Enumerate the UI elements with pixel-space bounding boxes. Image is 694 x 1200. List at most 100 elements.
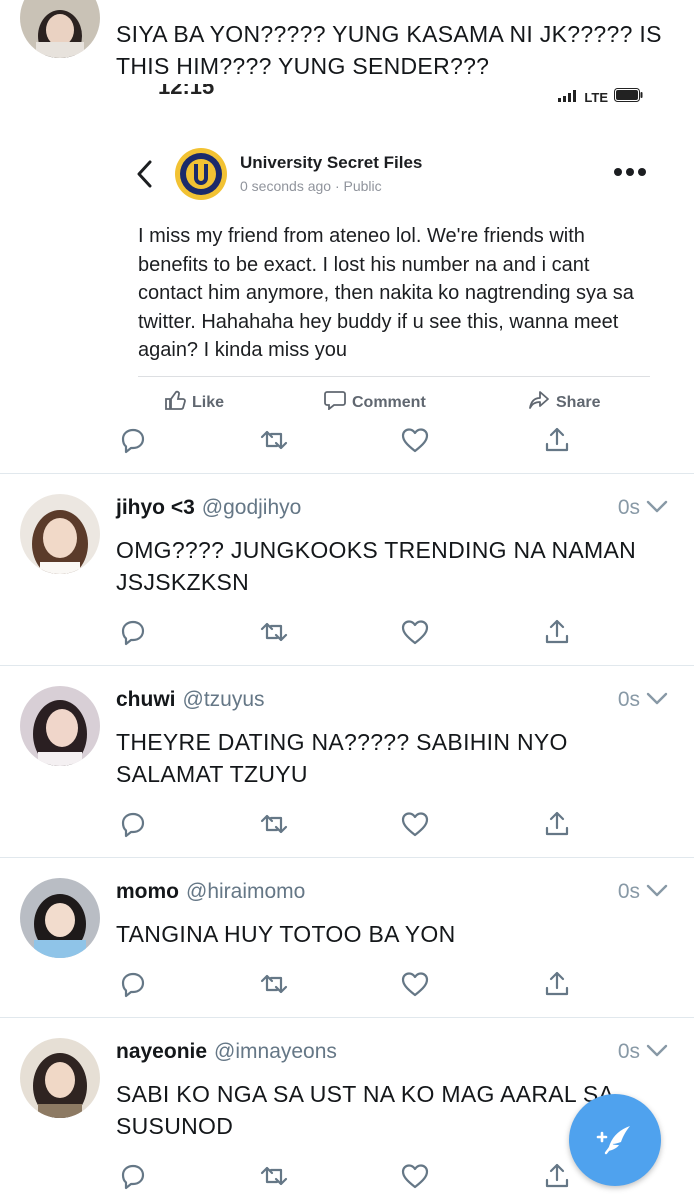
status-indicators: LTE [558,88,644,107]
retweet-icon [260,430,288,450]
retweet-button[interactable] [254,420,294,460]
tweet-actions [0,804,694,844]
time-label: 0s [617,688,640,711]
tweet-text: OMG???? JUNGKOOKS TRENDING NA NAMAN JSJS… [116,537,637,595]
tweet-actions [0,964,694,1004]
tweet-header: momo @hiraimomo 0s [116,876,668,908]
avatar[interactable] [20,0,100,58]
reply-icon [121,1164,145,1190]
display-name[interactable]: nayeonie [116,1040,207,1064]
heart-icon [401,428,429,453]
reply-button[interactable] [113,420,153,460]
retweet-button[interactable] [254,612,294,652]
embedded-screenshot: 12:15 LTE University Secret Files 0 seco… [116,84,676,410]
tweet-text: TANGINA HUY TOTOO BA YON [116,921,456,947]
chevron-down-icon[interactable] [646,688,668,712]
reply-button[interactable] [113,612,153,652]
display-name[interactable]: momo [116,880,179,904]
username[interactable]: @tzuyus [183,688,265,712]
heart-icon [401,812,429,837]
comment-label: Comment [352,393,426,411]
back-arrow-icon [136,160,152,193]
like-action: Like [164,390,224,410]
heart-icon [401,972,429,997]
post-meta: 0 seconds ago · Public [240,178,382,194]
network-label: LTE [584,90,608,105]
compose-tweet-icon [596,1126,630,1155]
comment-action: Comment [324,390,426,410]
share-action: Share [528,390,600,410]
time-label: 0s [617,880,640,903]
tweet-actions [0,612,694,652]
share-arrow-icon [528,390,550,410]
username[interactable]: @hiraimomo [186,880,305,904]
tweet-header: chuwi @tzuyus 0s [116,684,668,716]
retweet-icon [260,1166,288,1186]
share-icon [545,811,569,836]
page-name: University Secret Files [240,153,423,172]
thumbs-up-icon [164,390,186,410]
post-actions: Like Comment Share [116,390,676,410]
more-options-icon [613,164,647,182]
signal-icon [558,89,578,107]
share-button[interactable] [537,612,577,652]
status-time: 12:15 [158,84,215,99]
battery-icon [614,88,644,107]
tweet[interactable]: SIYA BA YON????? YUNG KASAMA NI JK????? … [0,0,694,474]
tweet-text: SIYA BA YON????? YUNG KASAMA NI JK????? … [116,21,662,79]
reply-button[interactable] [113,804,153,844]
avatar[interactable] [20,494,100,574]
share-icon [545,619,569,644]
tweet-header: jihyo <3 @godjihyo 0s [116,492,668,524]
reply-icon [121,428,145,454]
tweet[interactable]: momo @hiraimomo 0s TANGINA HUY TOTOO BA … [0,858,694,1018]
chevron-down-icon[interactable] [646,880,668,904]
reply-icon [121,812,145,838]
share-icon [545,971,569,996]
share-button[interactable] [537,1156,577,1196]
reply-button[interactable] [113,964,153,1004]
username[interactable]: @godjihyo [202,496,302,520]
reply-button[interactable] [113,1156,153,1196]
retweet-button[interactable] [254,1156,294,1196]
avatar[interactable] [20,878,100,958]
tweet[interactable]: jihyo <3 @godjihyo 0s OMG???? JUNGKOOKS … [0,474,694,666]
retweet-button[interactable] [254,804,294,844]
timestamp: 0s [618,688,668,712]
share-button[interactable] [537,804,577,844]
heart-icon [401,1164,429,1189]
time-label: 0s [617,496,640,519]
share-label: Share [556,393,601,411]
chevron-down-icon[interactable] [646,1040,668,1064]
reply-icon [121,620,145,646]
divider [138,376,650,377]
like-button[interactable] [395,804,435,844]
heart-icon [401,620,429,645]
retweet-button[interactable] [254,964,294,1004]
tweet-actions [0,420,694,460]
share-button[interactable] [537,420,577,460]
username[interactable]: @imnayeons [214,1040,337,1064]
display-name[interactable]: chuwi [116,688,176,712]
compose-tweet-button[interactable] [569,1094,661,1186]
share-icon [545,427,569,452]
chevron-down-icon[interactable] [646,496,668,520]
retweet-icon [260,974,288,994]
display-name[interactable]: jihyo <3 [116,496,195,520]
tweet[interactable]: chuwi @tzuyus 0s THEYRE DATING NA????? S… [0,666,694,858]
timestamp: 0s [618,1040,668,1064]
avatar[interactable] [20,686,100,766]
tweet-text: THEYRE DATING NA????? SABIHIN NYO SALAMA… [116,729,568,787]
like-button[interactable] [395,1156,435,1196]
like-button[interactable] [395,420,435,460]
timestamp: 0s [618,880,668,904]
like-button[interactable] [395,964,435,1004]
avatar[interactable] [20,1038,100,1118]
like-button[interactable] [395,612,435,652]
page-logo [174,147,228,201]
share-button[interactable] [537,964,577,1004]
post-text: I miss my friend from ateneo lol. We're … [138,225,634,361]
like-label: Like [192,393,225,411]
share-icon [545,1163,569,1188]
reply-icon [121,972,145,998]
